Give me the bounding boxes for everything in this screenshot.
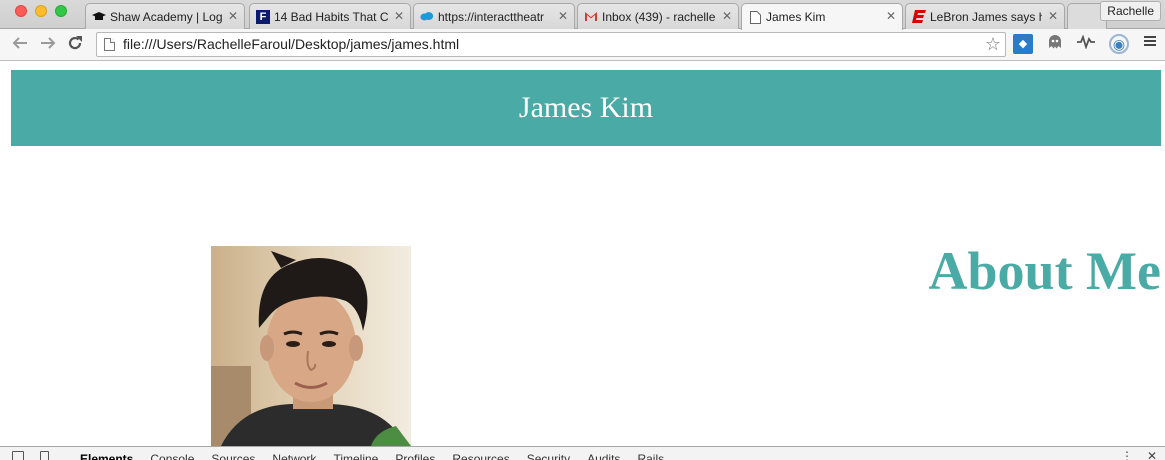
espn-icon bbox=[912, 10, 926, 24]
tab-title: Inbox (439) - rachelle bbox=[602, 9, 716, 24]
inspect-element-icon[interactable] bbox=[12, 451, 24, 460]
browser-tab-shaw-academy[interactable]: Shaw Academy | Log ✕ bbox=[85, 3, 245, 29]
device-mode-icon[interactable] bbox=[40, 451, 49, 460]
browser-tab-gmail-inbox[interactable]: Inbox (439) - rachelle ✕ bbox=[577, 3, 739, 29]
ghostery-ghost-icon[interactable] bbox=[1045, 34, 1065, 54]
reload-icon[interactable] bbox=[64, 34, 86, 56]
window-minimize-button[interactable] bbox=[35, 5, 47, 17]
page-title: James Kim bbox=[518, 91, 654, 124]
profile-button[interactable]: Rachelle bbox=[1100, 1, 1161, 21]
tab-title: 14 Bad Habits That C bbox=[274, 9, 388, 24]
devtools-tab-audits[interactable]: Audits bbox=[587, 452, 620, 460]
browser-toolbar: file:///Users/RachelleFaroul/Desktop/jam… bbox=[0, 29, 1165, 61]
devtools-tab-elements[interactable]: Elements bbox=[80, 452, 133, 460]
extension-bookmark-icon[interactable]: ◆ bbox=[1013, 34, 1033, 54]
site-header: James Kim bbox=[11, 70, 1161, 146]
profile-photo bbox=[211, 246, 411, 446]
browser-tab-bad-habits[interactable]: F 14 Bad Habits That C ✕ bbox=[249, 3, 411, 29]
tab-close-icon[interactable]: ✕ bbox=[394, 9, 404, 23]
devtools-panel: Elements Console Sources Network Timelin… bbox=[0, 446, 1165, 460]
devtools-tab-resources[interactable]: Resources bbox=[452, 452, 509, 460]
devtools-tabs: Elements Console Sources Network Timelin… bbox=[80, 452, 681, 460]
graduation-cap-icon bbox=[92, 10, 106, 24]
browser-tab-strip: Shaw Academy | Log ✕ F 14 Bad Habits Tha… bbox=[0, 0, 1165, 30]
browser-tab-interact-theatre[interactable]: https://interacttheatr ✕ bbox=[413, 3, 575, 29]
tab-title: James Kim bbox=[766, 10, 826, 24]
bookmark-star-icon[interactable]: ☆ bbox=[985, 33, 1001, 56]
gmail-icon bbox=[584, 10, 598, 24]
tab-close-icon[interactable]: ✕ bbox=[722, 9, 732, 23]
devtools-tab-security[interactable]: Security bbox=[527, 452, 570, 460]
devtools-tab-console[interactable]: Console bbox=[150, 452, 194, 460]
back-arrow-icon[interactable] bbox=[9, 34, 31, 56]
address-bar[interactable]: file:///Users/RachelleFaroul/Desktop/jam… bbox=[96, 32, 1006, 57]
chrome-menu-icon[interactable] bbox=[1140, 34, 1160, 54]
devtools-tab-profiles[interactable]: Profiles bbox=[395, 452, 435, 460]
url-text: file:///Users/RachelleFaroul/Desktop/jam… bbox=[123, 36, 460, 52]
window-close-button[interactable] bbox=[15, 5, 27, 17]
extension-globe-icon[interactable]: ◉ bbox=[1109, 34, 1129, 54]
tab-title: LeBron James says h bbox=[930, 9, 1042, 24]
tab-close-icon[interactable]: ✕ bbox=[1048, 9, 1058, 23]
devtools-tab-rails[interactable]: Rails bbox=[637, 452, 664, 460]
tab-close-icon[interactable]: ✕ bbox=[228, 9, 238, 23]
tab-title: https://interacttheatr bbox=[438, 9, 545, 24]
page-icon bbox=[104, 38, 115, 51]
page-icon bbox=[748, 10, 762, 24]
browser-tab-lebron[interactable]: LeBron James says h ✕ bbox=[905, 3, 1065, 29]
tab-close-icon[interactable]: ✕ bbox=[886, 9, 896, 23]
about-me-heading: About Me bbox=[928, 241, 1161, 301]
tab-close-icon[interactable]: ✕ bbox=[558, 9, 568, 23]
devtools-tab-network[interactable]: Network bbox=[272, 452, 316, 460]
window-maximize-button[interactable] bbox=[55, 5, 67, 17]
tab-title: Shaw Academy | Log bbox=[110, 9, 222, 24]
close-devtools-icon[interactable]: ✕ bbox=[1147, 449, 1157, 460]
web-page: James Kim About Me bbox=[0, 62, 1165, 446]
pulse-activity-icon[interactable] bbox=[1076, 34, 1096, 54]
forbes-f-icon: F bbox=[256, 9, 270, 24]
forward-arrow-icon[interactable] bbox=[37, 34, 59, 56]
salesforce-cloud-icon bbox=[420, 10, 434, 24]
devtools-tab-timeline[interactable]: Timeline bbox=[333, 452, 378, 460]
more-options-icon[interactable]: ⋮ bbox=[1121, 449, 1133, 460]
devtools-tab-sources[interactable]: Sources bbox=[211, 452, 255, 460]
browser-tab-james-kim[interactable]: James Kim ✕ bbox=[741, 3, 903, 30]
